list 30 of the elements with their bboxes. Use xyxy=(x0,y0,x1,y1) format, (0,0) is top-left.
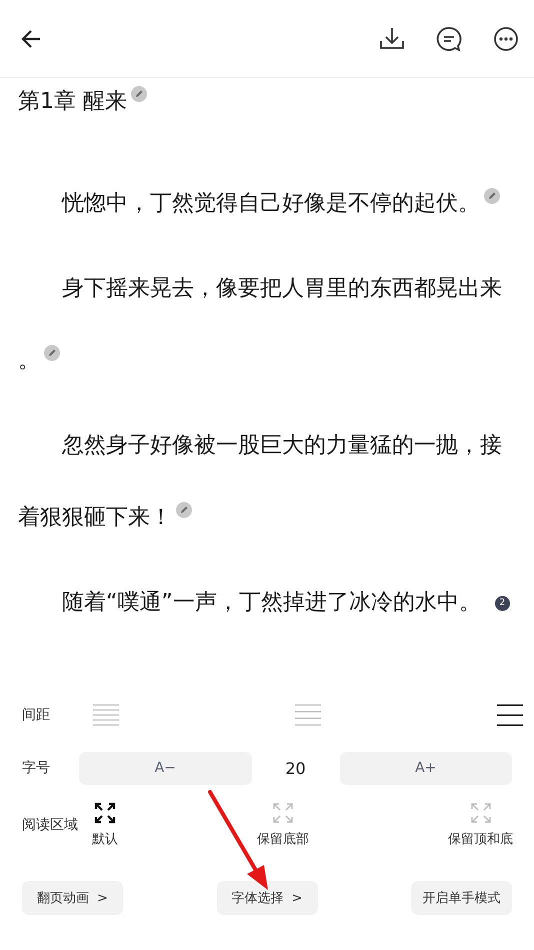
paragraph-line: 恍惚中，丁然觉得自己好像是不停的起伏。 xyxy=(62,191,480,216)
chapter-title: 第1章 醒来 xyxy=(18,89,127,114)
setting-label: 字号 xyxy=(21,759,51,777)
paragraph-line: 身下摇来晃去，像要把人胃里的东西都晃出来 xyxy=(62,276,502,301)
more-icon[interactable] xyxy=(492,24,520,52)
pencil-icon[interactable] xyxy=(44,345,60,361)
expand-icon xyxy=(470,802,492,824)
pencil-icon[interactable] xyxy=(176,502,192,518)
paragraph-line: 忽然身子好像被一股巨大的力量猛的一抛，接 xyxy=(62,433,502,458)
line-spacing-icon[interactable] xyxy=(497,704,523,726)
paragraph-line: 着狠狠砸下来！ xyxy=(18,505,172,530)
paragraph-line: 。 xyxy=(18,348,40,373)
option-button[interactable]: 翻页动画 > xyxy=(22,881,123,915)
pencil-icon[interactable] xyxy=(131,86,147,102)
increase-font-button[interactable]: A+ xyxy=(340,752,512,784)
decrease-font-button[interactable]: A− xyxy=(79,752,252,784)
font-size-value: 20 xyxy=(284,758,307,778)
reading-area-option[interactable]: 保留顶和底 xyxy=(448,802,513,848)
comment-icon[interactable] xyxy=(435,24,463,52)
reading-area-option[interactable]: 保留底部 xyxy=(257,802,309,848)
pencil-icon[interactable] xyxy=(484,188,500,204)
expand-icon xyxy=(94,802,116,824)
paragraph-line: 随着“噗通”一声，丁然掉进了冰冷的水中。 xyxy=(62,590,481,615)
option-button[interactable]: 字体选择 > xyxy=(216,881,318,915)
comment-count-badge[interactable]: 2 xyxy=(494,596,510,611)
expand-icon xyxy=(272,802,294,824)
reading-area-option[interactable]: 默认 xyxy=(92,802,118,848)
option-button[interactable]: 开启单手模式 xyxy=(411,881,512,915)
setting-label: 阅读区域 xyxy=(21,816,79,834)
setting-label: 间距 xyxy=(21,706,51,724)
